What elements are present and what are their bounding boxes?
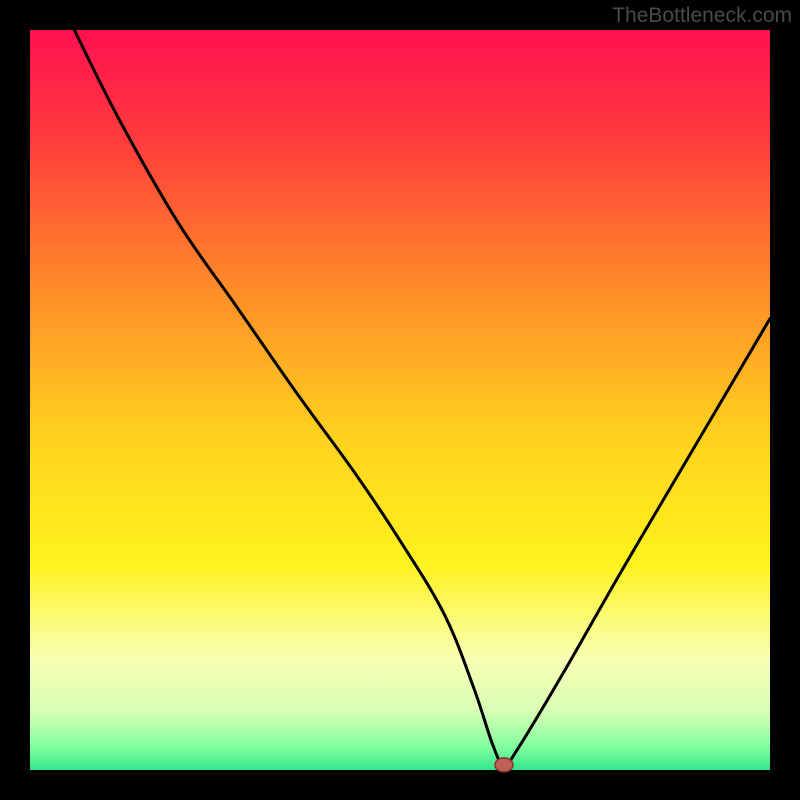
watermark-text: TheBottleneck.com (612, 4, 792, 28)
plot-background (30, 30, 770, 770)
minimum-marker (495, 758, 513, 772)
chart-container: TheBottleneck.com (0, 0, 800, 800)
bottleneck-chart (0, 0, 800, 800)
